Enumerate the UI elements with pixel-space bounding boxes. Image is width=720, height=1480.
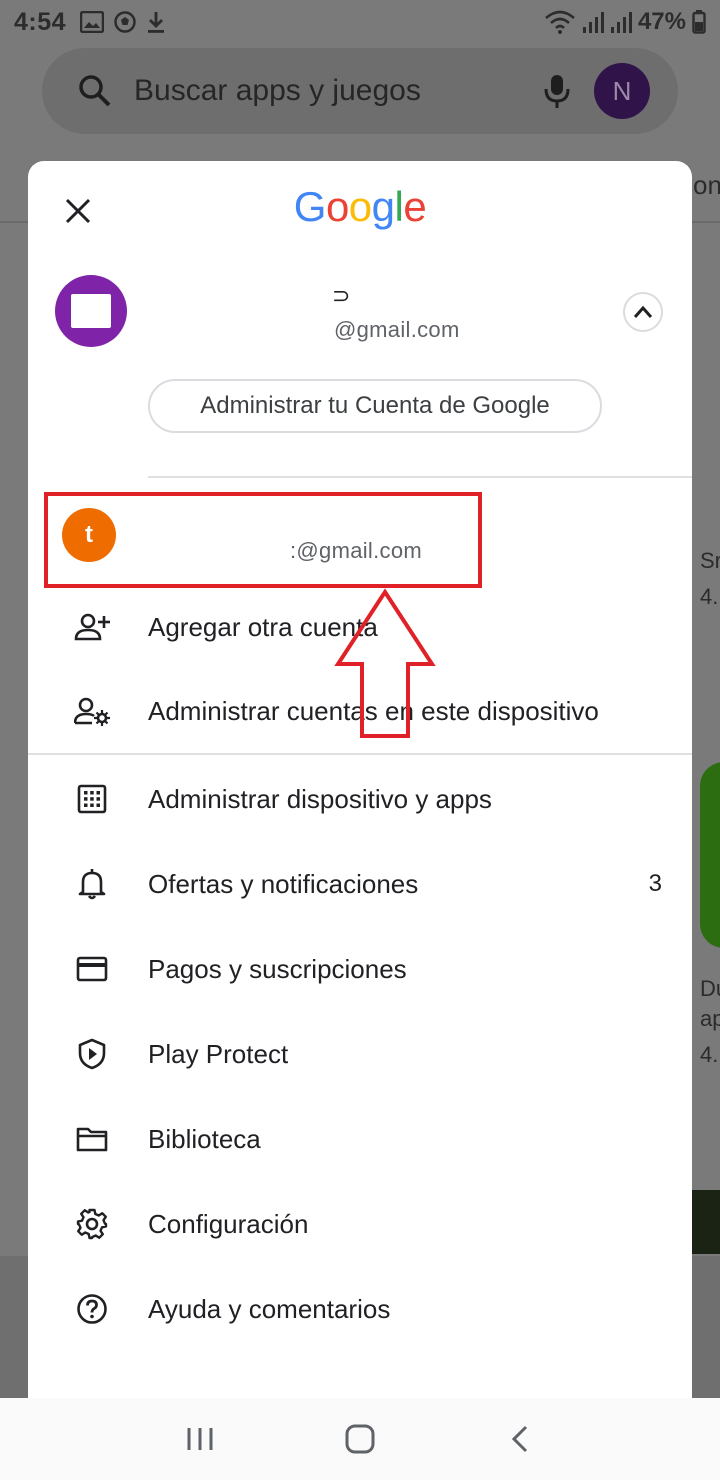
apps-grid-icon	[77, 784, 107, 814]
menu-item-label: Play Protect	[148, 1038, 289, 1069]
navigation-bar	[0, 1398, 720, 1480]
notification-count-badge: 3	[648, 870, 662, 897]
menu-item-label: Biblioteca	[148, 1123, 261, 1154]
menu-item-help[interactable]: Ayuda y comentarios	[28, 1269, 692, 1349]
search-icon	[79, 75, 111, 107]
download-icon	[148, 12, 165, 33]
wifi-icon	[545, 10, 575, 34]
primary-account-avatar[interactable]	[55, 275, 127, 347]
back-icon	[511, 1425, 528, 1453]
manage-accounts-icon	[74, 697, 110, 726]
collapse-accounts-button[interactable]	[623, 292, 663, 332]
battery-icon	[692, 10, 706, 34]
background-peek-text: 4.	[700, 584, 719, 609]
menu-item-label: Ayuda y comentarios	[148, 1293, 391, 1324]
google-logo-letter: g	[371, 183, 395, 230]
primary-account-name: ⊃	[332, 283, 351, 308]
menu-item-payments[interactable]: Pagos y suscripciones	[28, 929, 692, 1009]
signal-icon	[610, 12, 632, 33]
background-app-thumbnail	[700, 762, 720, 948]
menu-item-label: Configuración	[148, 1208, 309, 1239]
help-icon	[77, 1294, 107, 1324]
image-icon	[80, 11, 105, 33]
background-avatar[interactable]: N	[594, 63, 650, 119]
background-peek-text: Sr	[700, 548, 720, 573]
menu-item-manage-apps[interactable]: Administrar dispositivo y apps	[28, 759, 692, 839]
google-logo-letter: G	[293, 183, 327, 230]
menu-item-offers-notifications[interactable]: Ofertas y notificaciones 3	[28, 844, 692, 924]
chevron-up-icon	[633, 305, 653, 318]
status-time: 4:54	[14, 7, 67, 36]
add-person-icon	[74, 613, 110, 641]
gear-icon	[76, 1208, 108, 1240]
home-icon	[345, 1424, 375, 1454]
google-logo-letter: e	[403, 183, 427, 230]
background-image	[692, 1190, 720, 1254]
google-logo-letter: o	[325, 183, 349, 230]
highlight-box	[44, 492, 482, 588]
google-logo: Google	[28, 183, 692, 231]
up-arrow-annotation	[334, 588, 436, 738]
background-peek-text: on	[693, 170, 720, 200]
divider	[148, 476, 692, 478]
background-search-placeholder: Buscar apps y juegos	[134, 74, 421, 107]
background-peek-text: ap	[700, 1006, 720, 1031]
background-search-bar[interactable]: Buscar apps y juegos N	[42, 48, 678, 134]
bell-icon	[78, 869, 106, 900]
soccer-ball-icon	[114, 11, 136, 33]
background-peek-text: Du	[700, 976, 720, 1001]
recents-button[interactable]	[170, 1409, 230, 1469]
home-button[interactable]	[330, 1409, 390, 1469]
divider	[28, 753, 692, 755]
shield-play-icon	[78, 1038, 106, 1070]
folder-icon	[76, 1127, 108, 1152]
manage-google-account-button[interactable]: Administrar tu Cuenta de Google	[148, 379, 602, 433]
status-bar: 4:54 47%	[0, 0, 720, 44]
menu-item-play-protect[interactable]: Play Protect	[28, 1014, 692, 1094]
google-logo-letter: o	[348, 183, 372, 230]
credit-card-icon	[76, 956, 108, 982]
account-sheet: Google ⊃ @gmail.com Administrar tu Cuent…	[28, 161, 692, 1421]
mic-icon[interactable]	[544, 73, 570, 109]
battery-percent: 47%	[637, 8, 686, 35]
recents-icon	[187, 1428, 213, 1450]
menu-item-label: Ofertas y notificaciones	[148, 868, 419, 899]
menu-item-label: Pagos y suscripciones	[148, 953, 407, 984]
menu-item-label: Administrar dispositivo y apps	[148, 783, 492, 814]
menu-item-settings[interactable]: Configuración	[28, 1184, 692, 1264]
primary-account-email: @gmail.com	[334, 317, 460, 342]
menu-item-library[interactable]: Biblioteca	[28, 1099, 692, 1179]
back-button[interactable]	[490, 1409, 550, 1469]
signal-icon	[582, 12, 604, 33]
background-peek-text: 4.	[700, 1042, 719, 1067]
